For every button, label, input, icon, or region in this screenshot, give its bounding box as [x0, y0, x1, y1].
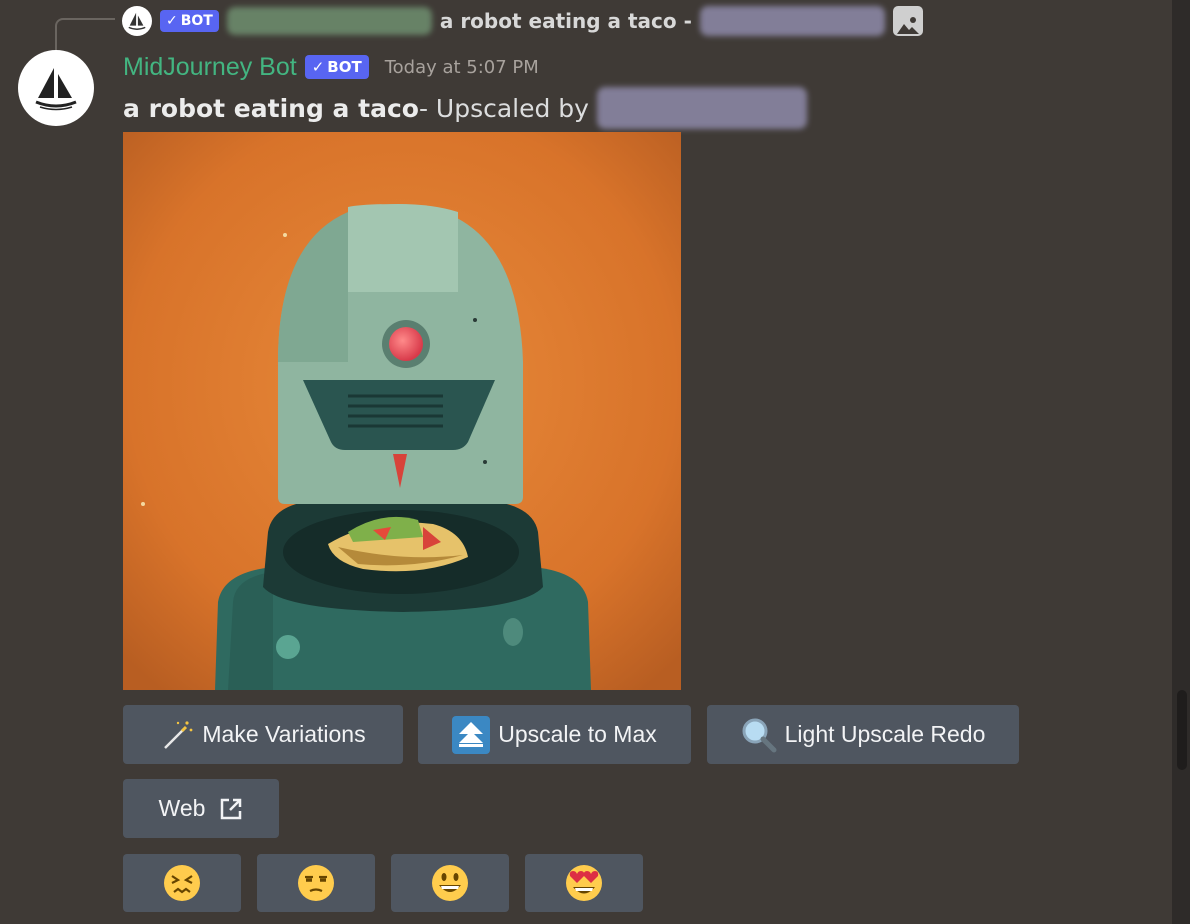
- external-link-icon: [219, 797, 243, 821]
- unamused-face-icon: [298, 865, 334, 901]
- reaction-unamused[interactable]: [257, 854, 375, 912]
- upscale-to-max-button[interactable]: Upscale to Max: [418, 705, 691, 764]
- timestamp: Today at 5:07 PM: [384, 56, 539, 78]
- check-icon: ✓: [311, 58, 325, 76]
- light-upscale-redo-button[interactable]: Light Upscale Redo: [707, 705, 1019, 764]
- upscale-arrow-icon: [452, 715, 491, 754]
- image-icon: [892, 6, 923, 36]
- message-header: MidJourney Bot ✓ BOT Today at 5:07 PM: [123, 50, 539, 84]
- reply-bot-tag: ✓ BOT: [160, 10, 219, 32]
- sailboat-icon: [35, 68, 77, 111]
- reply-avatar[interactable]: [122, 6, 152, 36]
- make-variations-button[interactable]: Make Variations: [123, 705, 403, 764]
- redacted-username: [596, 87, 807, 129]
- magic-wand-icon: [160, 718, 194, 752]
- username[interactable]: MidJourney Bot: [123, 53, 297, 82]
- redacted-name: [226, 7, 432, 35]
- sailboat-icon: [128, 12, 146, 30]
- scrollbar-thumb[interactable]: [1177, 690, 1187, 770]
- bot-avatar[interactable]: [18, 50, 94, 126]
- bot-tag: ✓ BOT: [304, 55, 369, 79]
- generated-image[interactable]: [123, 132, 681, 690]
- redacted-user: [699, 6, 885, 36]
- reply-text[interactable]: a robot eating a taco -: [440, 9, 692, 33]
- message-content: a robot eating a taco - Upscaled by: [123, 87, 807, 129]
- confounded-face-icon: [164, 865, 200, 901]
- reaction-confounded[interactable]: [123, 854, 241, 912]
- prompt-text: a robot eating a taco: [123, 93, 419, 123]
- magnifying-glass-icon: [741, 717, 777, 753]
- scrollbar-track[interactable]: [1172, 0, 1190, 924]
- grinning-face-icon: [432, 865, 468, 901]
- web-link-button[interactable]: Web: [123, 779, 279, 838]
- upscaled-by-text: - Upscaled by: [418, 93, 589, 123]
- check-icon: ✓: [166, 13, 178, 29]
- reply-reference[interactable]: ✓ BOT a robot eating a taco -: [122, 4, 923, 38]
- reaction-heart-eyes[interactable]: [525, 854, 643, 912]
- heart-eyes-face-icon: [566, 865, 602, 901]
- reaction-grinning[interactable]: [391, 854, 509, 912]
